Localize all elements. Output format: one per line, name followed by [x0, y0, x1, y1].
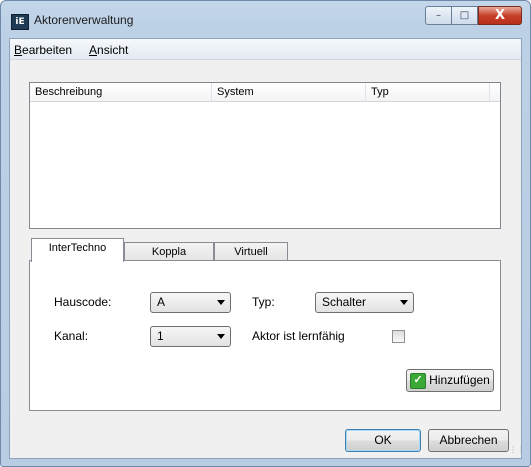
minimize-icon: – [436, 10, 441, 21]
list-header: Beschreibung System Typ [30, 83, 500, 102]
client-area: Bearbeiten Ansicht Beschreibung System T… [9, 38, 525, 459]
menu-ansicht[interactable]: Ansicht [89, 43, 128, 57]
menu-bar: Bearbeiten Ansicht [10, 39, 521, 60]
hauscode-select[interactable]: A [150, 292, 231, 313]
maximize-icon: □ [459, 10, 470, 21]
typ-value: Schalter [322, 295, 367, 309]
tab-koppla[interactable]: Koppla [124, 242, 214, 262]
chevron-down-icon [400, 300, 408, 305]
add-button-label: Hinzufügen [429, 373, 490, 387]
menu-bearbeiten-accel: B [14, 43, 23, 57]
menu-ansicht-label: nsicht [97, 43, 129, 57]
chevron-down-icon [217, 300, 225, 305]
kanal-select[interactable]: 1 [150, 326, 231, 347]
tab-virtuell[interactable]: Virtuell [214, 242, 288, 262]
app-logo-icon: iE [11, 14, 29, 30]
cancel-button[interactable]: Abbrechen [428, 429, 509, 452]
ok-button[interactable]: OK [345, 429, 421, 452]
tab-panel-intertechno: Hauscode: A Typ: Schalter Kanal: 1 Aktor… [29, 260, 501, 411]
title-bar[interactable]: iE Aktorenverwaltung – □ X [1, 1, 530, 37]
check-icon: ✓ [410, 372, 427, 389]
hauscode-value: A [157, 295, 166, 309]
add-button[interactable]: ✓ Hinzufügen [406, 369, 494, 392]
close-icon: X [494, 8, 506, 23]
kanal-value: 1 [157, 329, 164, 343]
main-window: iE Aktorenverwaltung – □ X Bearbeiten An… [0, 0, 531, 467]
close-button[interactable]: X [478, 6, 522, 25]
kanal-label: Kanal: [54, 329, 89, 343]
column-header-typ[interactable]: Typ [366, 83, 490, 101]
minimize-button[interactable]: – [425, 6, 452, 25]
hauscode-label: Hauscode: [54, 295, 112, 309]
typ-select[interactable]: Schalter [315, 292, 414, 313]
window-title: Aktorenverwaltung [34, 13, 134, 27]
typ-label: Typ: [252, 295, 275, 309]
maximize-button[interactable]: □ [452, 6, 478, 25]
lernfaehig-label: Aktor ist lernfähig [252, 329, 345, 343]
column-header-beschreibung[interactable]: Beschreibung [30, 83, 212, 101]
actor-list[interactable]: Beschreibung System Typ [29, 82, 501, 229]
lernfaehig-checkbox[interactable] [392, 330, 405, 343]
chevron-down-icon [217, 334, 225, 339]
menu-bearbeiten[interactable]: Bearbeiten [14, 43, 72, 57]
menu-ansicht-accel: A [89, 43, 98, 57]
resize-grip-icon[interactable]: ⋮⋮ [509, 446, 525, 456]
column-header-system[interactable]: System [212, 83, 366, 101]
menu-bearbeiten-label: earbeiten [22, 43, 73, 57]
tab-intertechno[interactable]: InterTechno [31, 238, 124, 262]
